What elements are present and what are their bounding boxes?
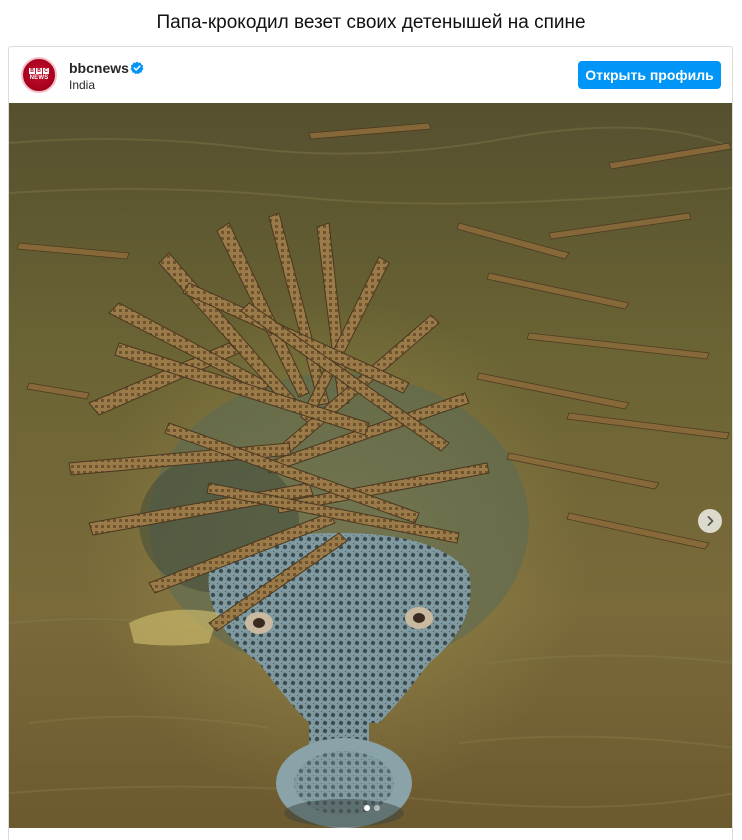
bbc-logo-blocks: B B C [29, 68, 49, 74]
logo-letter-c: C [43, 68, 49, 74]
next-photo-button[interactable] [698, 509, 722, 533]
article-title: Папа-крокодил везет своих детенышей на с… [156, 12, 586, 33]
carousel-dot-2[interactable] [373, 805, 380, 811]
verified-badge-icon [130, 61, 144, 75]
open-profile-button[interactable]: Открыть профиль [578, 61, 721, 89]
logo-letter-b1: B [29, 68, 35, 74]
gharial-photo-illustration [9, 103, 732, 828]
post-location[interactable]: India [69, 78, 95, 92]
logo-news-text: NEWS [29, 75, 49, 81]
post-header: B B C NEWS bbcnews India Открыть профиль [9, 47, 732, 103]
logo-letter-b2: B [36, 68, 42, 74]
carousel-dot-1[interactable] [363, 805, 370, 811]
account-name[interactable]: bbcnews [69, 60, 129, 76]
carousel-indicator [9, 805, 732, 811]
chevron-right-icon [707, 516, 714, 526]
instagram-embed-card: B B C NEWS bbcnews India Открыть профиль [8, 46, 733, 840]
bbc-news-avatar[interactable]: B B C NEWS [21, 57, 57, 93]
post-photo[interactable] [9, 103, 732, 828]
